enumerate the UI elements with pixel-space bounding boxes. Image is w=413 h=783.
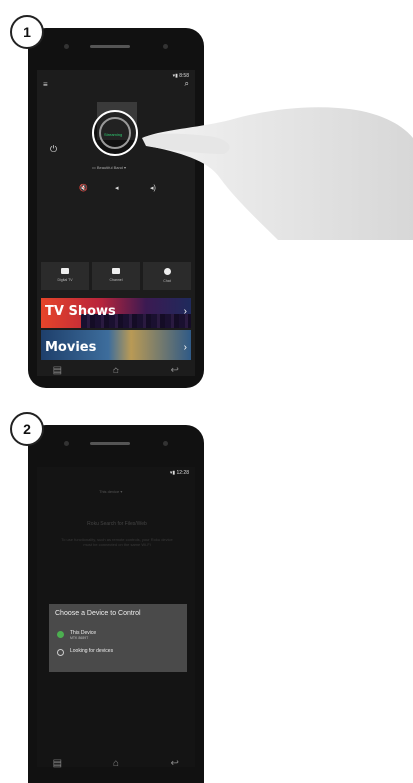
remote-title: Streaming (104, 132, 123, 137)
home-icon[interactable]: ⌂ (110, 759, 122, 769)
step-number-badge: 2 (10, 412, 44, 446)
mute-icon[interactable]: 🔇 (79, 184, 88, 192)
phone-frame: ▾▮ 12:28 This device ▾ Roku Search for F… (28, 425, 204, 783)
volume-down-icon[interactable]: ◂ (115, 184, 119, 192)
back-icon[interactable]: ↩ (169, 366, 181, 376)
tile-label: Chat (163, 279, 171, 283)
search-icon[interactable]: ⌕ (185, 79, 189, 89)
tile-channel[interactable]: Channel (92, 262, 140, 290)
android-navbar: ▤ ⌂ ↩ (28, 751, 204, 777)
phone-screen: ▾▮ 12:28 This device ▾ Roku Search for F… (37, 467, 195, 767)
phone-sensor (163, 44, 168, 49)
step-number: 1 (23, 24, 31, 40)
phone-camera (64, 44, 69, 49)
home-icon[interactable]: ⌂ (110, 366, 122, 376)
tv-shows-banner[interactable]: TV Shows › (41, 298, 191, 328)
option-looking-for-devices[interactable]: Looking for devices (57, 648, 113, 656)
clock: 12:28 (176, 470, 189, 476)
movies-banner[interactable]: Movies › (41, 330, 191, 360)
recents-icon[interactable]: ▤ (51, 759, 63, 769)
hand-shape (143, 107, 413, 240)
phone-camera (64, 441, 69, 446)
tile-chat[interactable]: Chat (143, 262, 191, 290)
dialog-title: Choose a Device to Control (55, 610, 141, 617)
signal-icon: ▾▮ (172, 73, 178, 79)
option-this-device[interactable]: This Device MTK 8689T (57, 630, 96, 640)
banner-label: TV Shows (45, 304, 116, 319)
tile-label: Channel (109, 278, 123, 282)
tv-guide-icon (61, 268, 69, 274)
chevron-down-icon: ▾ (122, 165, 127, 170)
device-header: This device ▾ (99, 489, 123, 494)
status-bar: ▾▮ 12:28 (170, 470, 189, 476)
option-sublabel: MTK 8689T (70, 636, 89, 640)
radio-selected-icon[interactable] (57, 631, 64, 638)
phone-speaker (90, 442, 130, 445)
tile-digital-tv[interactable]: Digital TV (41, 262, 89, 290)
phone-speaker (90, 45, 130, 48)
recents-icon[interactable]: ▤ (51, 366, 63, 376)
power-icon[interactable]: ⏻ (50, 144, 57, 155)
back-icon[interactable]: ↩ (169, 759, 181, 769)
menu-icon[interactable]: ≡ (43, 80, 48, 89)
chevron-right-icon: › (183, 306, 187, 317)
option-label: Looking for devices (70, 648, 114, 654)
remote-button[interactable]: Streaming (92, 110, 138, 156)
banner-label: Movies (45, 340, 97, 355)
step-number: 2 (23, 421, 31, 437)
tile-label: Digital TV (57, 278, 73, 282)
radio-unselected-icon[interactable] (57, 649, 64, 656)
step-number-badge: 1 (10, 15, 44, 49)
device-label: Beautiful Band (96, 165, 123, 170)
hand-gesture-illustration (142, 107, 413, 240)
chevron-right-icon: › (183, 342, 187, 353)
phone-sensor (163, 441, 168, 446)
device-chooser-dialog: Choose a Device to Control This Device M… (49, 604, 187, 672)
channel-icon (112, 268, 120, 274)
background-text: To use functionality, such as remote con… (61, 537, 173, 547)
chat-icon (163, 268, 171, 275)
android-navbar: ▤ ⌂ ↩ (28, 358, 204, 384)
signal-icon: ▾▮ (169, 470, 176, 476)
background-heading: Roku Search for Files/Web (87, 521, 147, 527)
